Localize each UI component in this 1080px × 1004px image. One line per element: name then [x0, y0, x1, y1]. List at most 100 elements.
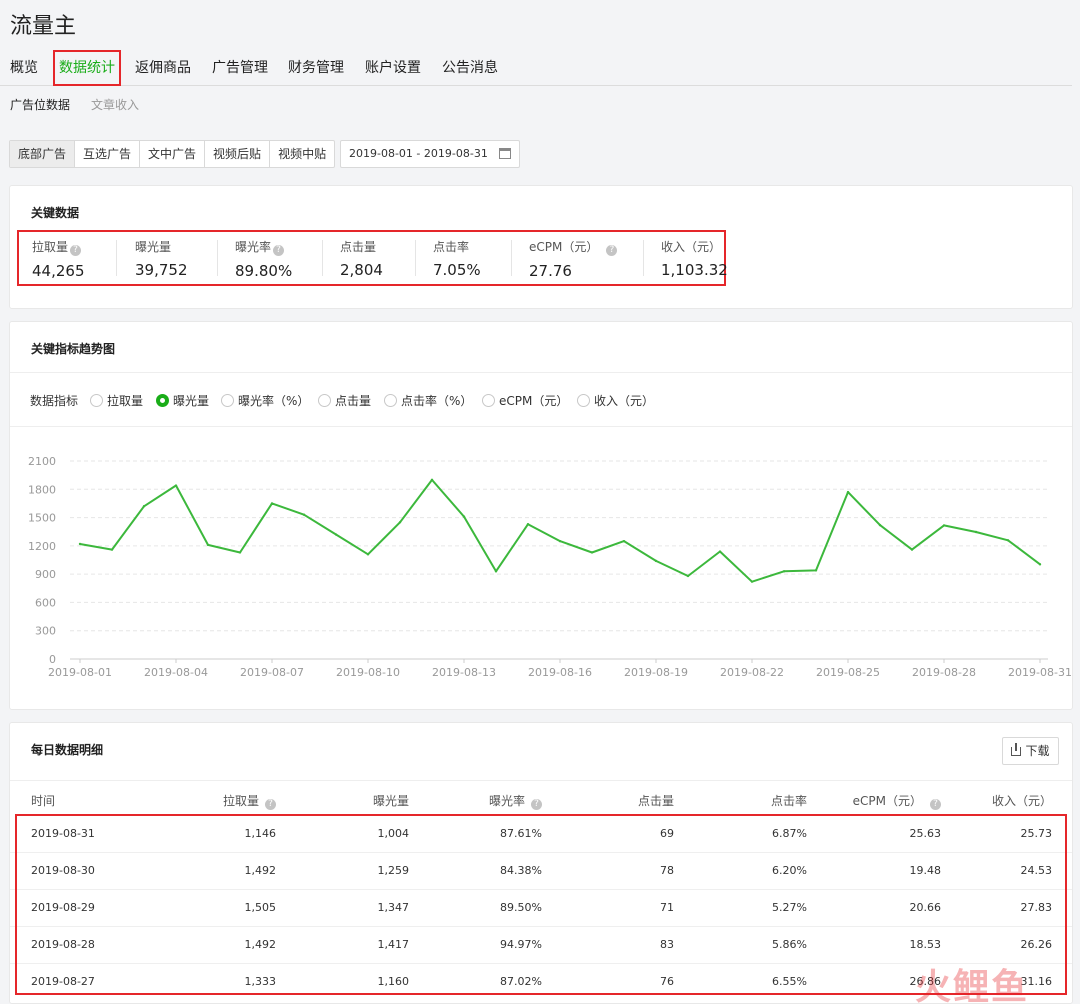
metric-label: 曝光量	[135, 240, 172, 254]
x-tick-label: 2019-08-10	[336, 666, 400, 679]
y-tick-label: 0	[49, 653, 56, 666]
metric-divider	[415, 240, 416, 276]
subnav-article-income[interactable]: 文章收入	[91, 96, 139, 113]
metric-divider	[217, 240, 218, 276]
metric-value: 89.80%	[235, 262, 293, 280]
data-point	[878, 523, 882, 527]
table-divider	[10, 780, 1072, 781]
download-icon	[1011, 743, 1022, 756]
data-point	[942, 524, 946, 527]
data-point	[270, 502, 274, 505]
data-point	[558, 539, 562, 543]
tab-announcements[interactable]: 公告消息	[442, 50, 498, 86]
data-point	[462, 515, 466, 518]
metric-value: 44,265	[32, 262, 85, 280]
radio-icon[interactable]	[90, 394, 103, 407]
metric-label: eCPM（元）	[529, 240, 599, 254]
help-icon[interactable]: ?	[273, 245, 285, 256]
tab-account-settings[interactable]: 账户设置	[365, 50, 421, 86]
metric-label: 点击量	[340, 240, 377, 254]
calendar-icon	[499, 148, 511, 159]
data-point	[974, 530, 978, 534]
data-point	[1038, 563, 1042, 566]
ad-type-in-article[interactable]: 文中广告	[140, 141, 206, 167]
radio-icon[interactable]	[384, 394, 397, 407]
metric-option-ecpm[interactable]: eCPM（元）	[482, 392, 568, 409]
daily-detail-card: 每日数据明细 下载 时间 拉取量? 曝光量 曝光率? 点击量 点击率 eCPM（…	[9, 722, 1073, 1004]
column-header-date: 时间	[31, 794, 56, 808]
ad-type-video-mid[interactable]: 视频中贴	[270, 141, 334, 167]
series-line	[79, 478, 1041, 583]
column-header-click-count: 点击量	[637, 794, 674, 808]
metric-label: 曝光率	[235, 240, 272, 254]
x-tick-label: 2019-08-13	[432, 666, 496, 679]
main-nav: 概览 数据统计 返佣商品 广告管理 财务管理 账户设置 公告消息	[0, 50, 1072, 86]
metric-option-label: 收入（元）	[594, 394, 655, 408]
help-icon[interactable]: ?	[930, 799, 941, 810]
metric-option-pull-count[interactable]: 拉取量	[90, 392, 143, 409]
column-header-ecpm: eCPM（元）?	[853, 792, 941, 810]
radio-icon[interactable]	[221, 394, 234, 407]
data-point	[654, 559, 658, 563]
y-tick-label: 1800	[28, 483, 56, 496]
data-point	[814, 569, 818, 572]
data-point	[142, 505, 146, 508]
data-point	[366, 553, 370, 556]
help-icon[interactable]: ?	[70, 245, 82, 256]
metric-value: 39,752	[135, 261, 188, 279]
metric-option-income[interactable]: 收入（元）	[577, 392, 654, 409]
metric-option-label: 曝光量	[173, 394, 210, 408]
metric-divider	[511, 240, 512, 276]
metric-value: 2,804	[340, 261, 383, 279]
metric-selector-label: 数据指标	[30, 394, 79, 408]
metric-option-exposure-rate[interactable]: 曝光率（%）	[221, 392, 309, 409]
tab-commission-products[interactable]: 返佣商品	[135, 50, 191, 86]
data-point	[686, 574, 690, 578]
subnav-ad-slot-data[interactable]: 广告位数据	[10, 96, 70, 113]
help-icon[interactable]: ?	[606, 245, 618, 256]
data-point	[78, 542, 82, 546]
ad-type-mutual-select[interactable]: 互选广告	[75, 141, 141, 167]
x-tick-label: 2019-08-07	[240, 666, 304, 679]
metric-label: 点击率	[433, 240, 470, 254]
metric-option-label: 点击量	[335, 394, 372, 408]
date-range-picker[interactable]: 2019-08-01 - 2019-08-31	[340, 140, 520, 168]
radio-icon[interactable]	[318, 394, 331, 407]
tab-finance-management[interactable]: 财务管理	[288, 50, 344, 86]
help-icon[interactable]: ?	[531, 799, 542, 810]
ad-type-video-post[interactable]: 视频后贴	[205, 141, 271, 167]
data-point	[846, 490, 850, 494]
metric-option-click-count[interactable]: 点击量	[318, 392, 371, 409]
download-button[interactable]: 下载	[1002, 737, 1059, 765]
data-point	[430, 478, 434, 482]
x-tick-label: 2019-08-28	[912, 666, 976, 679]
metric-label: 拉取量	[32, 240, 69, 254]
metric-value: 1,103.32	[661, 261, 728, 279]
help-icon[interactable]: ?	[265, 799, 276, 810]
metric-option-label: 曝光率（%）	[238, 394, 310, 408]
tab-overview[interactable]: 概览	[10, 50, 38, 86]
metric-option-click-rate[interactable]: 点击率（%）	[384, 392, 472, 409]
app-title: 流量主	[10, 14, 77, 39]
metric-ecpm: eCPM（元）? 27.76	[529, 238, 618, 280]
download-label: 下载	[1025, 744, 1050, 758]
trend-line-chart: 0 300 600 900 1200 1500 1800 2100 2019-08-01 2019…	[28, 455, 1072, 679]
key-metrics: 拉取量? 44,265 曝光量 39,752 曝光率? 89.80% 点击量 2…	[17, 230, 728, 286]
data-point	[622, 539, 626, 543]
tab-data-statistics[interactable]: 数据统计	[53, 50, 121, 86]
metric-label: 收入（元）	[661, 240, 722, 254]
y-tick-label: 2100	[28, 455, 56, 468]
metric-option-exposure-count[interactable]: 曝光量	[156, 392, 209, 409]
data-point	[782, 570, 786, 573]
radio-checked-icon[interactable]	[156, 394, 169, 407]
ad-type-bottom[interactable]: 底部广告	[10, 141, 76, 167]
radio-icon[interactable]	[482, 394, 495, 407]
date-range-value: 2019-08-01 - 2019-08-31	[349, 147, 488, 160]
tab-ad-management[interactable]: 广告管理	[212, 50, 268, 86]
metric-value: 27.76	[529, 262, 572, 280]
metric-pull-count: 拉取量? 44,265	[32, 238, 85, 280]
ad-type-selector: 底部广告 互选广告 文中广告 视频后贴 视频中贴	[9, 140, 336, 168]
radio-icon[interactable]	[577, 394, 590, 407]
metric-exposure-rate: 曝光率? 89.80%	[235, 238, 292, 280]
column-header-income: 收入（元）	[991, 794, 1052, 808]
